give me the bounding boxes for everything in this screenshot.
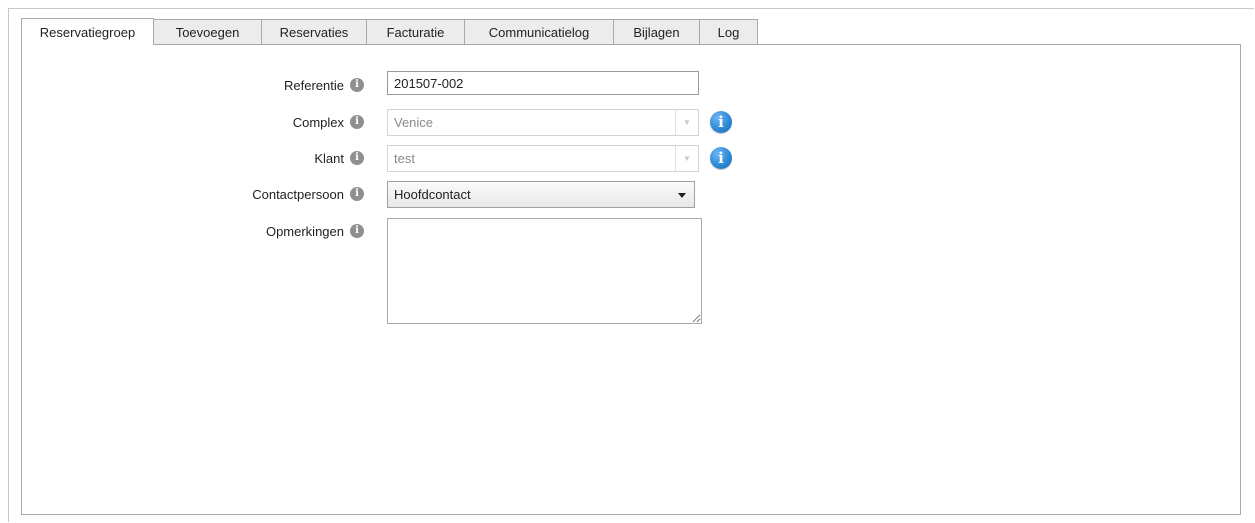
- tab-toevoegen[interactable]: Toevoegen: [153, 19, 262, 45]
- tab-label: Reservaties: [279, 25, 349, 40]
- klant-value: test: [394, 151, 415, 166]
- klant-label: Klant i: [22, 146, 364, 170]
- tab-label: Facturatie: [386, 25, 445, 40]
- tab-reservaties[interactable]: Reservaties: [261, 19, 367, 45]
- opmerkingen-textarea[interactable]: [387, 218, 702, 324]
- opmerkingen-label: Opmerkingen i: [22, 219, 364, 243]
- contactpersoon-select[interactable]: Hoofdcontact: [387, 181, 695, 208]
- tab-communicatielog[interactable]: Communicatielog: [464, 19, 614, 45]
- help-icon[interactable]: i: [350, 151, 364, 165]
- tab-facturatie[interactable]: Facturatie: [366, 19, 465, 45]
- help-icon[interactable]: i: [350, 187, 364, 201]
- tab-log[interactable]: Log: [699, 19, 758, 45]
- caret-down-icon: [678, 192, 686, 198]
- opmerkingen-label-text: Opmerkingen: [265, 223, 344, 239]
- referentie-label-text: Referentie: [284, 77, 344, 93]
- complex-label: Complex i: [22, 110, 364, 134]
- tab-reservatiegroep[interactable]: Reservatiegroep: [21, 18, 154, 45]
- tab-bar: Reservatiegroep Toevoegen Reservaties Fa…: [21, 18, 758, 45]
- info-icon[interactable]: i: [710, 111, 732, 133]
- tab-label: Log: [717, 25, 740, 40]
- klant-select[interactable]: test ▼: [387, 145, 699, 172]
- tab-panel: Referentie i 201507-002 Complex i Venice…: [21, 44, 1241, 515]
- klant-label-text: Klant: [314, 150, 344, 166]
- contactpersoon-label-text: Contactpersoon: [252, 186, 344, 202]
- tab-label: Communicatielog: [488, 25, 590, 40]
- complex-value: Venice: [394, 115, 434, 130]
- tab-bijlagen[interactable]: Bijlagen: [613, 19, 700, 45]
- complex-select[interactable]: Venice ▼: [387, 109, 699, 136]
- help-icon[interactable]: i: [350, 115, 364, 129]
- tab-label: Reservatiegroep: [39, 24, 136, 40]
- help-icon[interactable]: i: [350, 78, 364, 92]
- chevron-down-icon: ▼: [675, 110, 698, 135]
- contactpersoon-value: Hoofdcontact: [394, 187, 471, 202]
- contactpersoon-label: Contactpersoon i: [22, 182, 364, 206]
- info-icon[interactable]: i: [710, 147, 732, 169]
- referentie-input[interactable]: 201507-002: [387, 71, 699, 95]
- referentie-value: 201507-002: [394, 75, 464, 91]
- complex-label-text: Complex: [292, 114, 344, 130]
- tab-label: Toevoegen: [175, 25, 240, 40]
- help-icon[interactable]: i: [350, 224, 364, 238]
- chevron-down-icon: ▼: [675, 146, 698, 171]
- referentie-label: Referentie i: [22, 73, 364, 97]
- tab-label: Bijlagen: [633, 25, 680, 40]
